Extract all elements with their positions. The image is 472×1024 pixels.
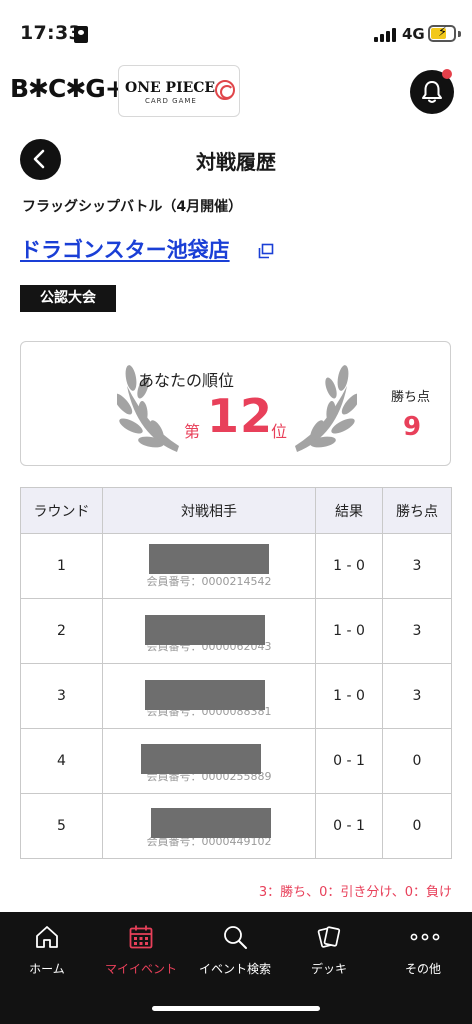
redaction-block — [145, 680, 265, 710]
home-icon — [36, 926, 58, 948]
round-cell: 2 — [20, 598, 103, 664]
result-cell: 0 - 1 — [315, 728, 383, 794]
redaction-block — [145, 615, 265, 645]
nav-label: その他 — [404, 962, 441, 976]
game-logo-subtitle: CARD GAME — [145, 97, 197, 105]
rank-suffix: 位 — [271, 422, 288, 441]
redaction-block — [141, 744, 261, 774]
event-name: フラッグシップバトル（4月開催） — [22, 199, 243, 215]
app-header: B✱C✱G+ ONE PIECE CARD GAME — [0, 62, 472, 122]
home-indicator[interactable] — [152, 1006, 320, 1011]
rank-label: あなたの順位 — [137, 371, 234, 390]
match-history-table: ラウンド 対戦相手 結果 勝ち点 1 会員番号：0000214542 1 - 0… — [20, 487, 452, 859]
nav-label: マイイベント — [104, 962, 177, 976]
search-icon — [224, 926, 247, 949]
col-header-points: 勝ち点 — [382, 487, 452, 534]
external-link-icon[interactable] — [258, 243, 274, 259]
table-row: 1 会員番号：0000214542 1 - 0 3 — [20, 533, 452, 599]
cards-icon — [317, 926, 341, 948]
nav-item-more[interactable]: その他 — [376, 912, 470, 992]
nav-label: イベント検索 — [198, 962, 271, 976]
points-cell: 3 — [382, 663, 452, 729]
game-logo-mark — [215, 80, 235, 100]
points-legend: 3：勝ち、0：引き分け、0：負け — [258, 885, 452, 900]
nav-label: ホーム — [29, 962, 65, 976]
points-cell: 3 — [382, 533, 452, 599]
nav-label: デッキ — [310, 962, 347, 976]
opponent-cell: 会員番号：0000088381 — [102, 663, 316, 729]
opponent-cell: 会員番号：0000255889 — [102, 728, 316, 794]
id-card-icon — [74, 26, 88, 43]
opponent-cell: 会員番号：0000449102 — [102, 793, 316, 859]
col-header-round: ラウンド — [20, 487, 103, 534]
points-cell: 0 — [382, 793, 452, 859]
result-cell: 0 - 1 — [315, 793, 383, 859]
rank-prefix: 第 — [184, 422, 201, 441]
network-type: 4G — [402, 25, 425, 43]
table-header-row: ラウンド 対戦相手 結果 勝ち点 — [20, 487, 452, 534]
nav-item-home[interactable]: ホーム — [0, 912, 94, 992]
nav-item-deck[interactable]: デッキ — [282, 912, 376, 992]
game-logo-title: ONE PIECE — [125, 80, 216, 96]
round-cell: 5 — [20, 793, 103, 859]
member-number: 会員番号：0000214542 — [146, 575, 272, 588]
points-value: 9 — [403, 412, 422, 442]
opponent-cell: 会員番号：0000214542 — [102, 533, 316, 599]
rank-value: 12 — [207, 389, 274, 443]
redaction-block — [149, 544, 269, 574]
table-row: 5 会員番号：0000449102 0 - 1 0 — [20, 793, 452, 859]
round-cell: 1 — [20, 533, 103, 599]
calendar-icon — [129, 925, 153, 949]
signal-icon — [374, 28, 396, 42]
round-cell: 3 — [20, 663, 103, 729]
points-cell: 0 — [382, 728, 452, 794]
more-icon — [410, 933, 440, 941]
status-time: 17:33 — [20, 22, 82, 44]
game-logo[interactable]: ONE PIECE CARD GAME — [118, 65, 240, 117]
opponent-cell: 会員番号：0000062043 — [102, 598, 316, 664]
round-cell: 4 — [20, 728, 103, 794]
result-cell: 1 - 0 — [315, 598, 383, 664]
redaction-block — [151, 808, 271, 838]
shop-link[interactable]: ドラゴンスター池袋店 — [20, 234, 230, 264]
battery-icon: ⚡ — [428, 25, 456, 42]
brand-logo[interactable]: B✱C✱G+ — [10, 74, 126, 103]
points-cell: 3 — [382, 598, 452, 664]
status-bar: 17:33 4G ⚡ — [0, 0, 472, 66]
result-cell: 1 - 0 — [315, 663, 383, 729]
rank-card: あなたの順位 第 12 位 勝ち点 9 — [20, 341, 451, 466]
nav-item-event-search[interactable]: イベント検索 — [188, 912, 282, 992]
bell-icon — [422, 81, 442, 103]
table-row: 4 会員番号：0000255889 0 - 1 0 — [20, 728, 452, 794]
official-badge: 公認大会 — [20, 285, 116, 312]
result-cell: 1 - 0 — [315, 533, 383, 599]
points-label: 勝ち点 — [391, 390, 431, 405]
page-title: 対戦履歴 — [196, 150, 276, 174]
col-header-opponent: 対戦相手 — [102, 487, 316, 534]
notification-dot — [442, 69, 452, 79]
col-header-result: 結果 — [315, 487, 383, 534]
table-row: 3 会員番号：0000088381 1 - 0 3 — [20, 663, 452, 729]
table-row: 2 会員番号：0000062043 1 - 0 3 — [20, 598, 452, 664]
nav-item-my-events[interactable]: マイイベント — [94, 912, 188, 992]
